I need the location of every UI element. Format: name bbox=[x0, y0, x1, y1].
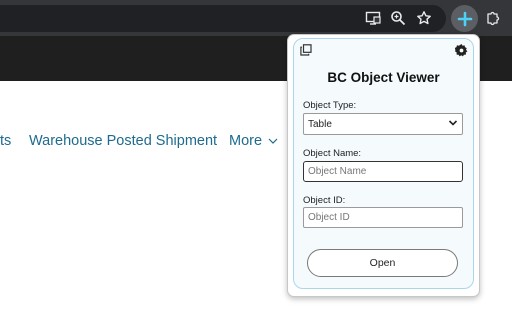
browser-toolbar bbox=[0, 0, 512, 36]
object-id-input[interactable]: Object ID bbox=[303, 207, 463, 228]
cast-screen-icon[interactable] bbox=[364, 9, 382, 27]
extension-popup: BC Object Viewer Object Type: Table Obje… bbox=[287, 34, 480, 297]
chevron-down-icon bbox=[268, 138, 278, 144]
nav-item-warehouse-posted-shipment[interactable]: Warehouse Posted Shipment bbox=[29, 133, 217, 149]
bookmark-star-icon[interactable] bbox=[415, 9, 433, 27]
open-button[interactable]: Open bbox=[307, 249, 458, 277]
extension-active-icon[interactable] bbox=[451, 5, 478, 32]
object-type-value: Table bbox=[308, 118, 332, 130]
object-id-placeholder: Object ID bbox=[308, 212, 350, 223]
popup-title: BC Object Viewer bbox=[327, 70, 440, 85]
copy-icon[interactable] bbox=[299, 43, 313, 57]
popup-card: BC Object Viewer Object Type: Table Obje… bbox=[293, 38, 474, 289]
nav-item-partial[interactable]: ts bbox=[0, 133, 11, 149]
zoom-icon[interactable] bbox=[389, 9, 407, 27]
extensions-puzzle-icon[interactable] bbox=[484, 9, 502, 27]
object-name-placeholder: Object Name bbox=[308, 166, 367, 177]
object-name-label: Object Name: bbox=[303, 148, 362, 159]
chevron-down-icon bbox=[448, 120, 458, 126]
object-type-label: Object Type: bbox=[303, 100, 357, 111]
object-id-label: Object ID: bbox=[303, 195, 346, 206]
nav-more-label: More bbox=[229, 133, 263, 149]
object-type-select[interactable]: Table bbox=[303, 113, 463, 135]
gear-icon[interactable] bbox=[454, 43, 468, 57]
object-name-input[interactable]: Object Name bbox=[303, 161, 463, 182]
nav-more-menu[interactable]: More bbox=[229, 133, 278, 149]
